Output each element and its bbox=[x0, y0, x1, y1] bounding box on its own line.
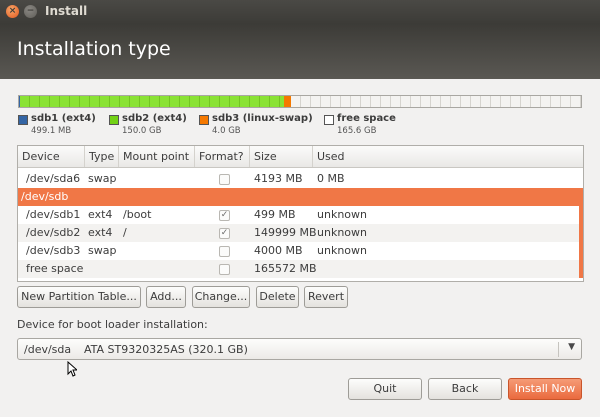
bootloader-device-select[interactable]: /dev/sda ATA ST9320325AS (320.1 GB) ▼ bbox=[17, 338, 582, 360]
cell-mount-point: / bbox=[123, 226, 127, 239]
partition-bar-segment-sdb3 bbox=[284, 96, 291, 107]
column-header-format[interactable]: Format? bbox=[195, 146, 250, 167]
format-checkbox[interactable] bbox=[219, 174, 230, 185]
cell-size: 149999 MB bbox=[254, 226, 317, 239]
column-header-mount-point[interactable]: Mount point bbox=[119, 146, 195, 167]
partition-bar-segment-sdb2 bbox=[20, 96, 284, 107]
cell-mount-point: /boot bbox=[123, 208, 152, 221]
table-row[interactable]: /dev/sdb1 ext4 /boot ✓ 499 MB unknown bbox=[18, 206, 583, 224]
table-row[interactable]: free space 165572 MB bbox=[18, 260, 583, 278]
cell-type: swap bbox=[88, 244, 117, 257]
minimize-icon: − bbox=[26, 6, 35, 16]
format-checkbox[interactable] bbox=[219, 246, 230, 257]
delete-partition-button[interactable]: Delete bbox=[256, 286, 299, 308]
cell-device: /dev/sdb2 bbox=[26, 226, 81, 239]
cell-device: free space bbox=[26, 262, 84, 275]
install-now-button[interactable]: Install Now bbox=[508, 378, 582, 400]
partition-table[interactable]: Device Type Mount point Format? Size Use… bbox=[17, 145, 584, 282]
new-partition-table-button[interactable]: New Partition Table... bbox=[17, 286, 141, 308]
mouse-pointer-icon bbox=[67, 361, 77, 377]
chevron-down-icon: ▼ bbox=[568, 342, 575, 352]
partition-bar bbox=[18, 95, 582, 108]
table-row[interactable]: /dev/sdb2 ext4 / ✓ 149999 MB unknown bbox=[18, 224, 583, 242]
format-checkbox-checked[interactable]: ✓ bbox=[219, 210, 230, 221]
legend-swatch-free-space bbox=[324, 115, 334, 125]
cell-used: 0 MB bbox=[317, 172, 345, 185]
legend-label: free space bbox=[337, 113, 396, 124]
quit-button[interactable]: Quit bbox=[348, 378, 422, 400]
table-row[interactable]: /dev/sda6 swap 4193 MB 0 MB bbox=[18, 170, 583, 188]
column-header-type[interactable]: Type bbox=[85, 146, 119, 167]
cell-device: /dev/sda6 bbox=[26, 172, 81, 185]
page-header: Installation type bbox=[0, 24, 600, 79]
window-title: Install bbox=[45, 4, 88, 18]
partition-bar-segment-free-space bbox=[291, 96, 581, 107]
legend-swatch-sdb1 bbox=[18, 115, 28, 125]
format-checkbox[interactable] bbox=[219, 264, 230, 275]
column-header-device[interactable]: Device bbox=[18, 146, 85, 167]
cell-size: 499 MB bbox=[254, 208, 296, 221]
window-titlebar: × − Install bbox=[0, 0, 600, 24]
close-icon: × bbox=[8, 6, 17, 16]
cell-type: ext4 bbox=[88, 208, 113, 221]
bootloader-device: /dev/sda bbox=[24, 343, 72, 356]
legend-label: sdb1 (ext4) bbox=[31, 113, 96, 124]
table-row-selected[interactable]: /dev/sdb bbox=[18, 188, 583, 206]
column-header-used[interactable]: Used bbox=[313, 146, 583, 167]
cell-size: 4193 MB bbox=[254, 172, 303, 185]
add-partition-button[interactable]: Add... bbox=[146, 286, 186, 308]
cell-type: swap bbox=[88, 172, 117, 185]
revert-button[interactable]: Revert bbox=[304, 286, 348, 308]
dropdown-separator bbox=[558, 342, 559, 357]
cell-used: unknown bbox=[317, 226, 367, 239]
close-window-button[interactable]: × bbox=[6, 5, 19, 18]
bootloader-label: Device for boot loader installation: bbox=[17, 318, 208, 331]
cell-used: unknown bbox=[317, 208, 367, 221]
legend-size: 165.6 GB bbox=[337, 126, 377, 136]
legend-size: 499.1 MB bbox=[31, 126, 72, 136]
page-title: Installation type bbox=[17, 38, 171, 60]
legend-size: 150.0 GB bbox=[122, 126, 162, 136]
minimize-window-button[interactable]: − bbox=[24, 5, 37, 18]
change-partition-button[interactable]: Change... bbox=[192, 286, 250, 308]
back-button[interactable]: Back bbox=[428, 378, 502, 400]
cell-type: ext4 bbox=[88, 226, 113, 239]
column-header-size[interactable]: Size bbox=[250, 146, 313, 167]
bootloader-device-model: ATA ST9320325AS (320.1 GB) bbox=[84, 343, 248, 356]
cell-used: unknown bbox=[317, 244, 367, 257]
legend-label: sdb2 (ext4) bbox=[122, 113, 187, 124]
cell-size: 165572 MB bbox=[254, 262, 317, 275]
cell-device: /dev/sdb bbox=[21, 190, 69, 203]
cell-device: /dev/sdb3 bbox=[26, 244, 81, 257]
cell-size: 4000 MB bbox=[254, 244, 303, 257]
cell-device: /dev/sdb1 bbox=[26, 208, 81, 221]
legend-size: 4.0 GB bbox=[212, 126, 241, 136]
format-checkbox-checked[interactable]: ✓ bbox=[219, 228, 230, 239]
legend-swatch-sdb3 bbox=[199, 115, 209, 125]
legend-swatch-sdb2 bbox=[109, 115, 119, 125]
table-row[interactable]: /dev/sdb3 swap 4000 MB unknown bbox=[18, 242, 583, 260]
legend-label: sdb3 (linux-swap) bbox=[212, 113, 313, 124]
table-header: Device Type Mount point Format? Size Use… bbox=[18, 146, 583, 168]
